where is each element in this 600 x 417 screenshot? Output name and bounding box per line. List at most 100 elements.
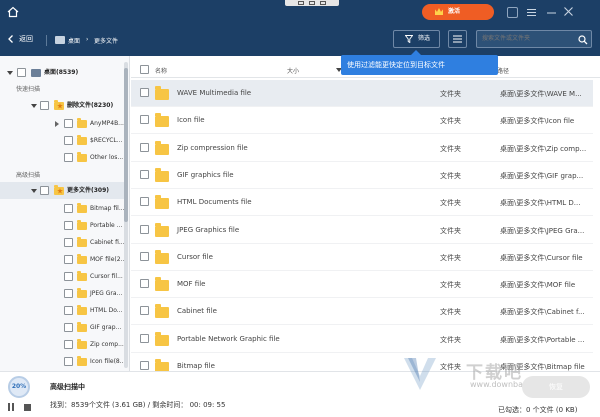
folder-icon — [155, 113, 169, 127]
table-row[interactable]: Zip compression file 文件夹 桌面\更多文件\Zip comp.… — [131, 135, 593, 162]
row-checkbox[interactable] — [140, 143, 149, 152]
checkbox[interactable] — [64, 153, 73, 162]
row-checkbox[interactable] — [140, 279, 149, 288]
file-path: 桌面\更多文件\Cursor file — [500, 254, 583, 262]
folder-icon — [77, 254, 87, 264]
window-drag-handle[interactable] — [285, 0, 339, 6]
table-row[interactable]: WAVE Multimedia file 文件夹 桌面\更多文件\WAVE M... — [131, 80, 593, 107]
checkbox[interactable] — [64, 289, 73, 298]
stop-icon[interactable] — [24, 404, 31, 411]
checkbox[interactable] — [64, 272, 73, 281]
tree-deleted-files[interactable]: 删除文件(8230) — [0, 97, 124, 114]
settings-button[interactable] — [507, 7, 518, 18]
table-row[interactable]: Icon file 文件夹 桌面\更多文件\Icon file — [131, 107, 593, 134]
breadcrumb-separator: › — [86, 36, 89, 43]
tree-item[interactable]: Cabinet fi... — [0, 234, 124, 251]
row-checkbox[interactable] — [140, 306, 149, 315]
tree-item[interactable]: GIF grap... — [0, 319, 124, 336]
table-row[interactable]: Portable Network Graphic file 文件夹 桌面\更多文件\… — [131, 326, 593, 353]
file-type: 文件夹 — [440, 172, 461, 180]
column-path[interactable]: 路径 — [497, 66, 509, 75]
table-row[interactable]: MOF file 文件夹 桌面\更多文件\MOF file — [131, 271, 593, 298]
scan-status-title: 高级扫描中 — [50, 383, 85, 391]
tree-item[interactable]: HTML Do... — [0, 302, 124, 319]
file-name: JPEG Graphics file — [177, 226, 240, 234]
checkbox[interactable] — [17, 68, 26, 77]
checkbox[interactable] — [40, 186, 49, 195]
table-row[interactable]: HTML Documents file 文件夹 桌面\更多文件\HTML D... — [131, 189, 593, 216]
folder-icon — [77, 152, 87, 162]
select-all-checkbox[interactable] — [140, 65, 149, 74]
collapse-icon[interactable] — [31, 104, 37, 108]
checkbox[interactable] — [64, 340, 73, 349]
column-name[interactable]: 名称 — [155, 66, 167, 75]
checkbox[interactable] — [64, 119, 73, 128]
pause-icon[interactable] — [8, 403, 14, 411]
folder-icon — [155, 195, 169, 209]
table-row[interactable]: Cabinet file 文件夹 桌面\更多文件\Cabinet f... — [131, 298, 593, 325]
expand-icon[interactable] — [55, 121, 59, 127]
minimize-icon[interactable] — [546, 7, 557, 18]
breadcrumb-more-files[interactable]: 更多文件 — [94, 36, 118, 45]
row-checkbox[interactable] — [140, 88, 149, 97]
tree-more-files[interactable]: 更多文件(309) — [0, 182, 124, 199]
tree-item[interactable]: Other los... — [0, 149, 124, 166]
tree-item[interactable]: Cursor fil... — [0, 268, 124, 285]
checkbox[interactable] — [64, 204, 73, 213]
file-type: 文件夹 — [440, 90, 461, 98]
back-arrow-icon — [8, 35, 13, 43]
quick-scan-label: 快速扫描 — [16, 86, 41, 93]
search-input[interactable] — [476, 30, 592, 48]
tree-item[interactable]: AnyMP4B... — [0, 115, 124, 132]
checkbox[interactable] — [64, 357, 73, 366]
search-icon[interactable] — [578, 35, 588, 45]
menu-window-button[interactable] — [526, 7, 537, 18]
collapse-icon[interactable] — [31, 189, 37, 193]
file-path: 桌面\更多文件\GIF grap... — [500, 172, 584, 180]
table-row[interactable]: GIF graphics file 文件夹 桌面\更多文件\GIF grap... — [131, 162, 593, 189]
checkbox[interactable] — [64, 255, 73, 264]
file-path: 桌面\更多文件\Icon file — [500, 117, 575, 125]
filter-button[interactable]: 筛选 — [393, 30, 440, 48]
file-type: 文件夹 — [440, 117, 461, 125]
tree-item[interactable]: MOF file(2... — [0, 251, 124, 268]
row-checkbox[interactable] — [140, 252, 149, 261]
row-checkbox[interactable] — [140, 225, 149, 234]
row-checkbox[interactable] — [140, 334, 149, 343]
folder-icon — [77, 288, 87, 298]
breadcrumb-desktop[interactable]: 桌面 — [68, 36, 80, 45]
table-row[interactable]: Cursor file 文件夹 桌面\更多文件\Cursor file — [131, 244, 593, 271]
tree-item[interactable]: JPEG Gra... — [0, 285, 124, 302]
collapse-icon[interactable] — [7, 71, 13, 75]
list-menu-button[interactable] — [448, 30, 467, 48]
checkbox[interactable] — [64, 136, 73, 145]
row-checkbox[interactable] — [140, 197, 149, 206]
tree-item[interactable]: Portable ... — [0, 217, 124, 234]
tree-item[interactable]: Icon file(8... — [0, 353, 124, 370]
tree-item[interactable]: $RECYCL... — [0, 132, 124, 149]
monitor-icon — [31, 69, 41, 77]
file-path: 桌面\更多文件\Portable ... — [500, 336, 585, 344]
checkbox[interactable] — [40, 101, 49, 110]
table-row[interactable]: JPEG Graphics file 文件夹 桌面\更多文件\JPEG Gra... — [131, 217, 593, 244]
activate-button[interactable]: 激活 — [422, 4, 494, 20]
file-name: Cabinet file — [177, 307, 217, 315]
monitor-icon — [55, 36, 65, 44]
folder-icon — [155, 304, 169, 318]
checkbox[interactable] — [64, 306, 73, 315]
sidebar-scrollbar-thumb[interactable] — [124, 68, 128, 222]
tree-item[interactable]: Zip comp... — [0, 336, 124, 353]
close-icon[interactable] — [563, 6, 574, 17]
recover-button[interactable]: 恢复 — [522, 376, 590, 398]
row-checkbox[interactable] — [140, 115, 149, 124]
tree-item[interactable]: Bitmap fil... — [0, 200, 124, 217]
checkbox[interactable] — [64, 323, 73, 332]
column-size[interactable]: 大小 — [287, 66, 299, 75]
folder-icon — [155, 86, 169, 100]
home-icon[interactable] — [7, 6, 19, 18]
checkbox[interactable] — [64, 238, 73, 247]
checkbox[interactable] — [64, 221, 73, 230]
row-checkbox[interactable] — [140, 361, 149, 370]
row-checkbox[interactable] — [140, 170, 149, 179]
tree-root-desktop[interactable]: 桌面(8539) — [0, 64, 124, 81]
